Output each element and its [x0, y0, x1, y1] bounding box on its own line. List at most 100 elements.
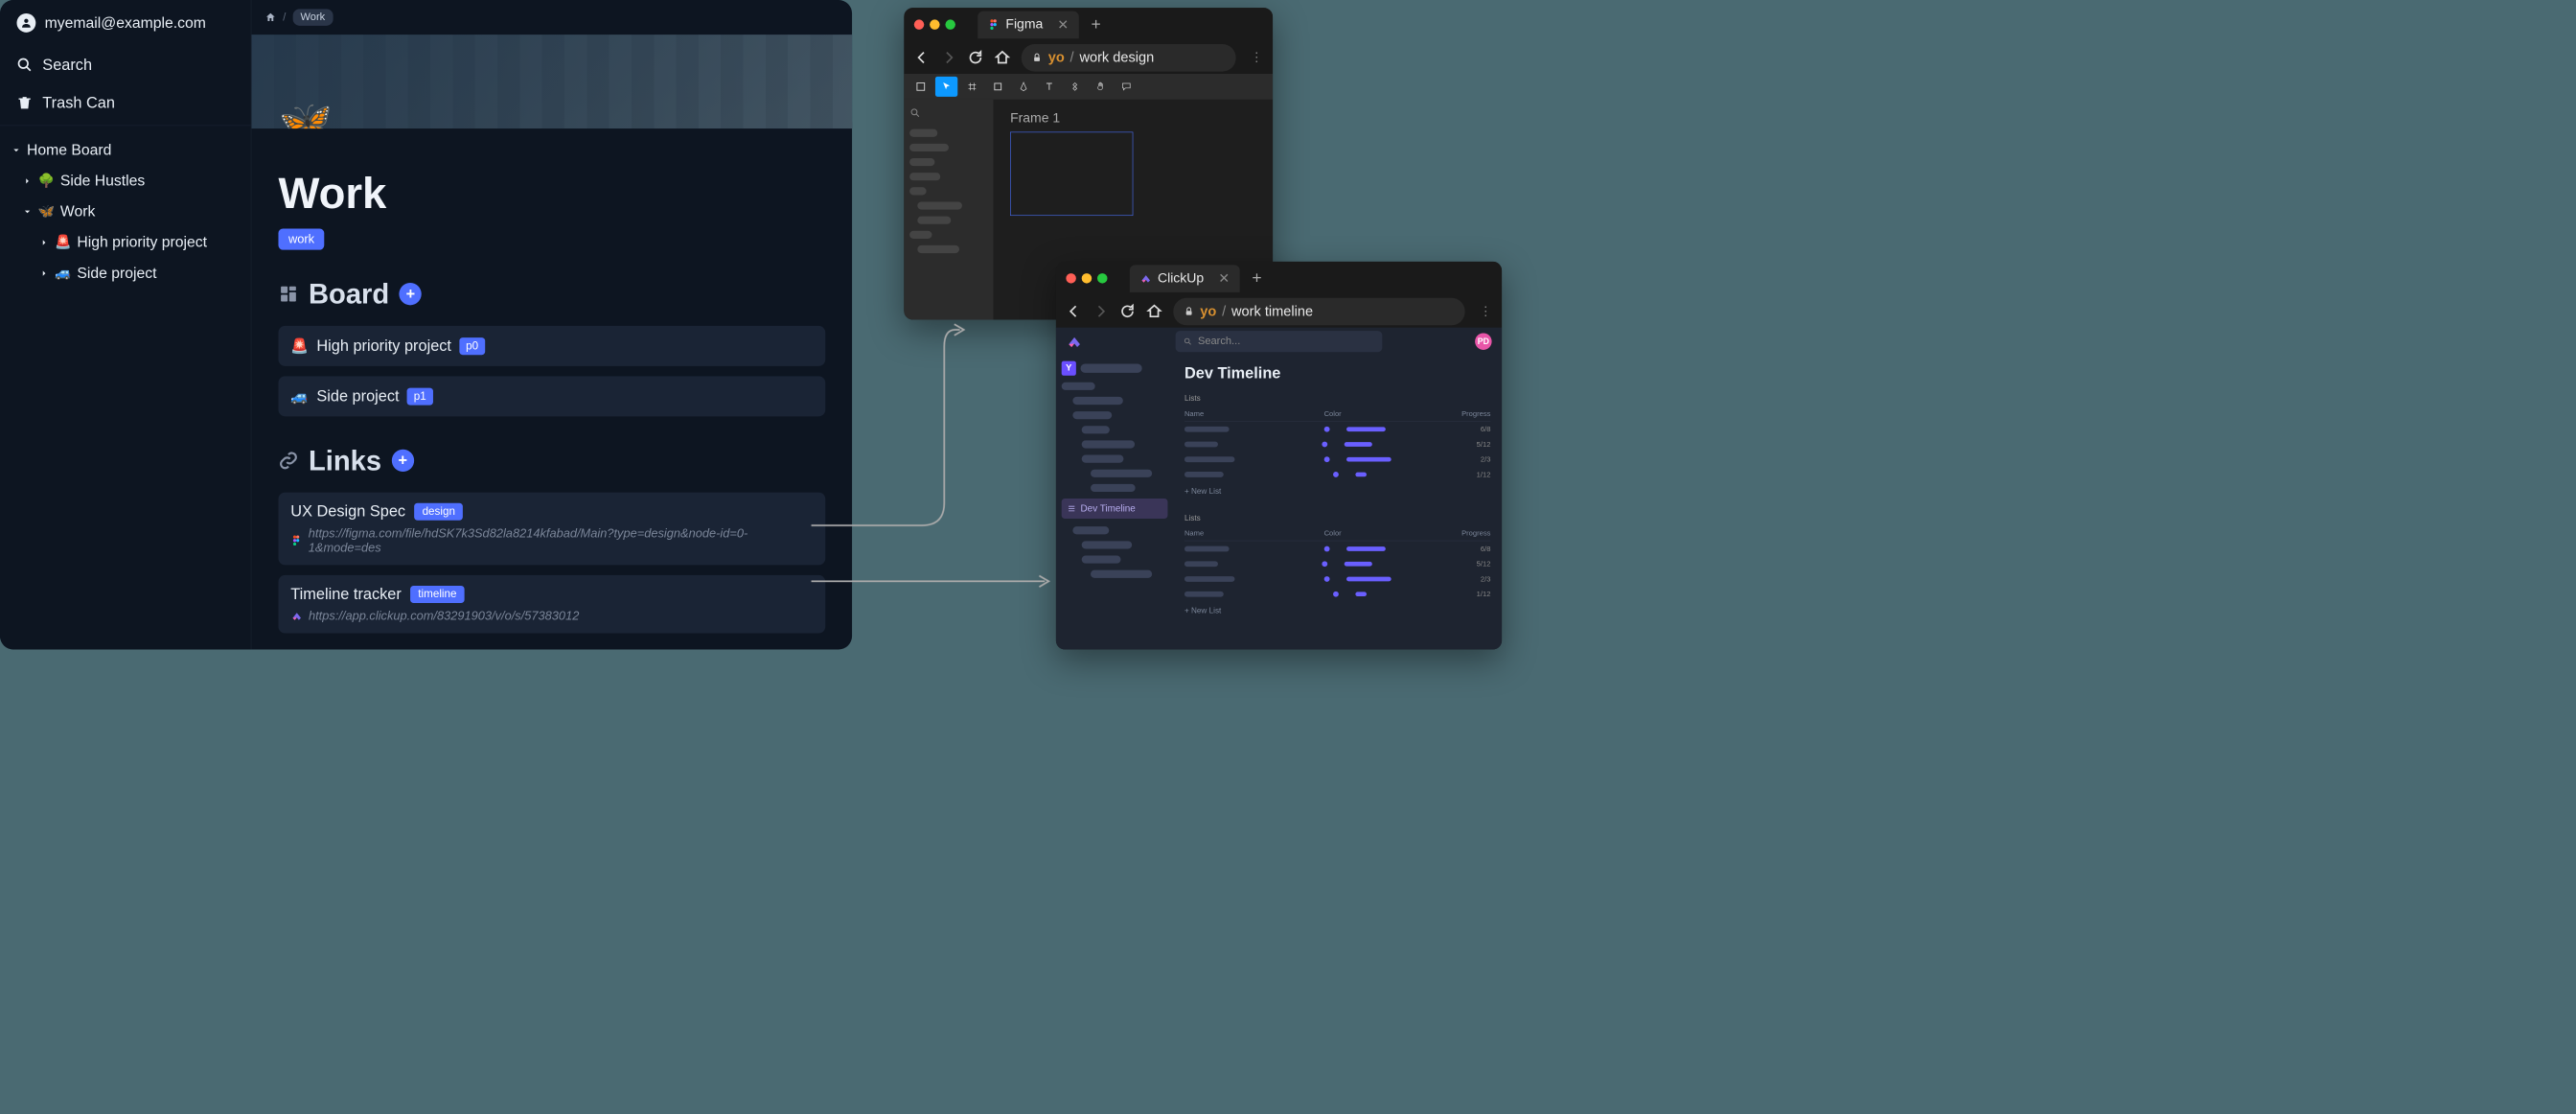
- back-icon[interactable]: [914, 50, 930, 65]
- hand-tool[interactable]: [1090, 77, 1112, 97]
- list-row[interactable]: 1/12: [1184, 587, 1490, 602]
- tree-root-label: Home Board: [27, 141, 111, 158]
- back-icon[interactable]: [1066, 304, 1081, 319]
- link-card[interactable]: Timeline tracker timeline https://app.cl…: [278, 575, 825, 634]
- card-title: High priority project: [316, 337, 451, 356]
- tree-emoji: 🚙: [55, 265, 71, 281]
- home-icon[interactable]: [1146, 304, 1162, 319]
- tree-root-home[interactable]: Home Board: [0, 135, 251, 166]
- list-header: Name Color Progress: [1184, 525, 1490, 541]
- avatar[interactable]: PD: [1475, 333, 1491, 349]
- menu-icon[interactable]: ⋮: [1480, 304, 1492, 318]
- list-row[interactable]: 6/8: [1184, 541, 1490, 556]
- search-icon[interactable]: [909, 107, 921, 119]
- frame-rect[interactable]: [1010, 132, 1133, 216]
- maximize-window-button[interactable]: [945, 19, 954, 29]
- url-field[interactable]: yo / work design: [1022, 44, 1236, 72]
- new-list-button[interactable]: + New List: [1184, 601, 1490, 619]
- close-window-button[interactable]: [914, 19, 924, 29]
- sidebar-selected-item[interactable]: Dev Timeline: [1062, 499, 1168, 519]
- page-tag[interactable]: work: [278, 228, 324, 249]
- board-icon: [278, 284, 298, 304]
- minimize-window-button[interactable]: [1082, 273, 1092, 283]
- close-tab-icon[interactable]: ✕: [1057, 16, 1069, 33]
- list-row[interactable]: 1/12: [1184, 467, 1490, 482]
- figma-toolbar: [904, 74, 1273, 100]
- add-link-button[interactable]: +: [391, 450, 413, 472]
- new-list-button[interactable]: + New List: [1184, 482, 1490, 500]
- hero-image: 🦋: [251, 35, 852, 128]
- browser-tab[interactable]: ClickUp ✕: [1130, 265, 1240, 292]
- trash-label: Trash Can: [42, 94, 115, 112]
- close-window-button[interactable]: [1066, 273, 1075, 283]
- page-emoji[interactable]: 🦋: [278, 97, 333, 128]
- tree-item-work[interactable]: 🦋 Work: [0, 197, 251, 227]
- url-separator: /: [1222, 303, 1226, 319]
- list-row[interactable]: 5/12: [1184, 436, 1490, 452]
- tree-item-side-hustles[interactable]: 🌳 Side Hustles: [0, 166, 251, 197]
- text-tool[interactable]: [1038, 77, 1060, 97]
- address-bar: yo / work timeline ⋮: [1056, 295, 1502, 328]
- search-row[interactable]: Search: [0, 46, 251, 84]
- skeleton-line: [1091, 484, 1136, 492]
- close-tab-icon[interactable]: ✕: [1218, 270, 1230, 287]
- tab-title: Figma: [1005, 16, 1043, 32]
- board-card[interactable]: 🚙 Side project p1: [278, 376, 825, 416]
- browser-tab[interactable]: Figma ✕: [978, 11, 1078, 38]
- list-row[interactable]: 6/8: [1184, 422, 1490, 437]
- reload-icon[interactable]: [1119, 304, 1135, 319]
- component-tool[interactable]: [1064, 77, 1086, 97]
- traffic-lights: [1066, 273, 1107, 283]
- link-title: UX Design Spec: [290, 502, 405, 521]
- forward-icon[interactable]: [1092, 304, 1108, 319]
- workspace-badge[interactable]: Y: [1062, 361, 1076, 376]
- url-protocol: yo: [1200, 303, 1216, 319]
- tree-item-high-priority[interactable]: 🚨 High priority project: [0, 227, 251, 258]
- lists-label: Lists: [1184, 393, 1490, 402]
- reload-icon[interactable]: [968, 50, 983, 65]
- link-tag: timeline: [410, 586, 465, 603]
- address-bar: yo / work design ⋮: [904, 41, 1273, 74]
- link-url: https://app.clickup.com/83291903/v/o/s/5…: [309, 609, 579, 623]
- frame-tool[interactable]: [909, 77, 932, 97]
- card-emoji: 🚙: [290, 387, 309, 405]
- skeleton-line: [1082, 426, 1110, 433]
- clickup-search-input[interactable]: Search...: [1176, 331, 1383, 352]
- forward-icon[interactable]: [941, 50, 956, 65]
- list-row[interactable]: 2/3: [1184, 452, 1490, 467]
- url-field[interactable]: yo / work timeline: [1173, 297, 1464, 325]
- minimize-window-button[interactable]: [930, 19, 939, 29]
- list-row[interactable]: 2/3: [1184, 571, 1490, 587]
- new-tab-button[interactable]: +: [1091, 15, 1100, 35]
- user-account-row[interactable]: myemail@example.com: [0, 0, 251, 46]
- home-icon[interactable]: [995, 50, 1010, 65]
- move-tool[interactable]: [935, 77, 957, 97]
- shape-tool[interactable]: [987, 77, 1009, 97]
- list-header: Name Color Progress: [1184, 406, 1490, 421]
- trash-row[interactable]: Trash Can: [0, 83, 251, 122]
- clickup-logo-icon[interactable]: [1066, 333, 1082, 349]
- add-board-item-button[interactable]: +: [400, 283, 422, 305]
- grid-tool[interactable]: [961, 77, 983, 97]
- link-card[interactable]: UX Design Spec design https://figma.com/…: [278, 493, 825, 566]
- pen-tool[interactable]: [1012, 77, 1034, 97]
- figma-layers-panel: [904, 100, 993, 320]
- fraction: 6/8: [1481, 425, 1491, 433]
- maximize-window-button[interactable]: [1097, 273, 1107, 283]
- chevron-down-icon: [22, 206, 32, 216]
- board-card[interactable]: 🚨 High priority project p0: [278, 326, 825, 366]
- menu-icon[interactable]: ⋮: [1251, 50, 1263, 64]
- comment-tool[interactable]: [1116, 77, 1138, 97]
- col-progress: Progress: [1461, 409, 1490, 418]
- board-heading: Board: [309, 278, 389, 311]
- card-title: Side project: [316, 387, 399, 406]
- fraction: 2/3: [1481, 455, 1491, 464]
- breadcrumb-current[interactable]: Work: [292, 9, 333, 25]
- list-row[interactable]: 5/12: [1184, 556, 1490, 571]
- home-icon[interactable]: [264, 12, 276, 23]
- tree-item-side-project[interactable]: 🚙 Side project: [0, 258, 251, 289]
- traffic-lights: [914, 19, 955, 29]
- search-icon: [16, 57, 32, 72]
- breadcrumb: / Work: [251, 0, 852, 35]
- new-tab-button[interactable]: +: [1252, 268, 1261, 288]
